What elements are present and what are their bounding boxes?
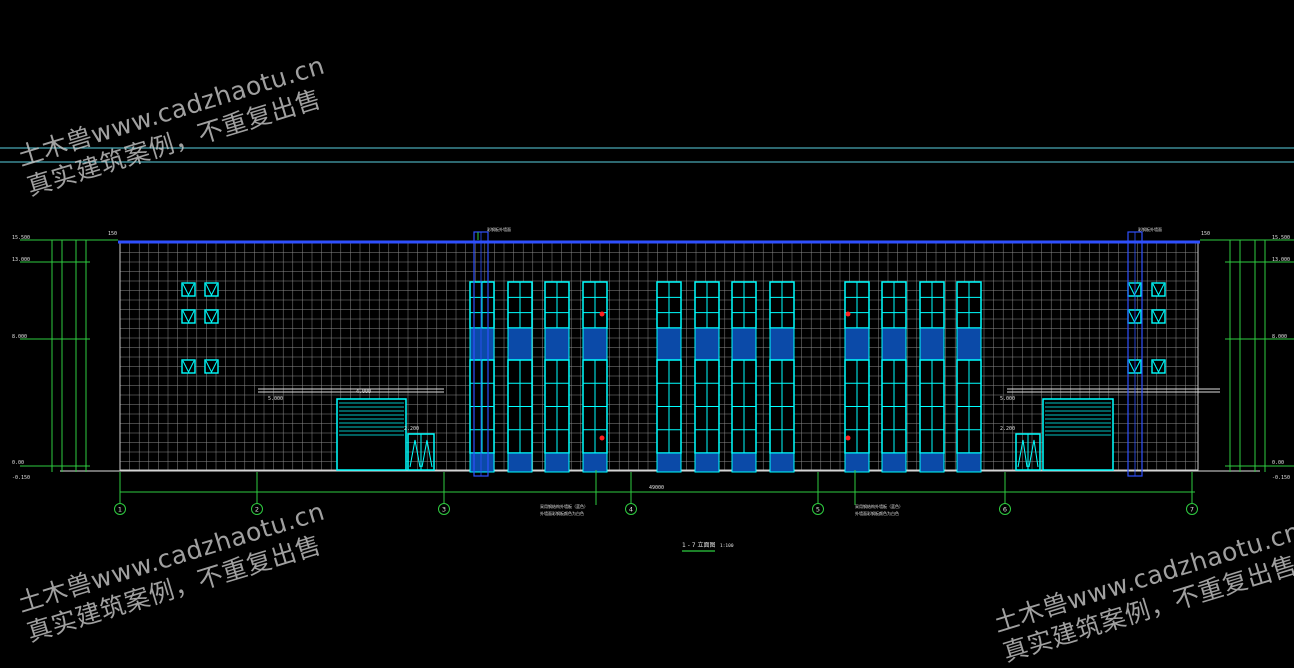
- small-window: [1151, 309, 1166, 324]
- axis-label: 3: [442, 506, 446, 514]
- axis-label: 4: [629, 506, 633, 514]
- drawing-scale: 1:100: [720, 543, 734, 549]
- canopy-level-left: 5.000: [268, 396, 283, 402]
- axis-label: 6: [1003, 506, 1007, 514]
- small-window: [1151, 282, 1166, 297]
- axis-label: 1: [118, 506, 122, 514]
- window-bay: [919, 281, 945, 473]
- note-bottom-right-2: 外墙面彩钢板颜色为白色: [855, 510, 899, 516]
- note-bottom-left-1: 采用钢结构外墙板（蓝色）: [540, 503, 588, 509]
- window-bay: [656, 281, 682, 473]
- window-bay: [956, 281, 982, 473]
- window-bay: [507, 281, 533, 473]
- note-bottom-right-1: 采用钢结构外墙板（蓝色）: [855, 503, 903, 509]
- roller-door-width: 4.000: [356, 389, 371, 395]
- cad-elevation-drawing: 1234567 15.500 13.000 8.000 0.00 -0.150 …: [0, 0, 1294, 622]
- elev-left-2: 13.000: [12, 257, 30, 263]
- elev-left-1: 15.500: [12, 235, 30, 241]
- window-bay: [844, 281, 870, 473]
- right-roller-door: [1042, 398, 1114, 471]
- small-window: [1127, 309, 1142, 324]
- note-top-left: 彩钢板外墙面: [487, 226, 511, 232]
- door-height-left: 2.200: [404, 426, 419, 432]
- left-roller-door: [336, 398, 407, 471]
- elev-right-1: 15.500: [1272, 235, 1290, 241]
- parapet-note-right: 150: [1201, 231, 1210, 237]
- note-top-right: 彩钢板外墙面: [1138, 226, 1162, 232]
- window-bay: [769, 281, 795, 473]
- small-window: [204, 309, 219, 324]
- axis-label: 2: [255, 506, 259, 514]
- axis-label: 7: [1190, 506, 1194, 514]
- elev-right-4: 0.00: [1272, 460, 1284, 466]
- small-window: [204, 282, 219, 297]
- window-bay: [731, 281, 757, 473]
- total-dimension: 49000: [649, 485, 664, 491]
- small-window: [181, 282, 196, 297]
- small-window: [1127, 282, 1142, 297]
- note-bottom-left-2: 外墙面彩钢板颜色为白色: [540, 510, 584, 516]
- elev-right-2: 13.000: [1272, 257, 1290, 263]
- window-bay: [544, 281, 570, 473]
- elev-right-5: -0.150: [1272, 475, 1290, 481]
- elev-left-3: 8.000: [12, 334, 27, 340]
- door-height-right: 2.200: [1000, 426, 1015, 432]
- elev-right-3: 8.000: [1272, 334, 1287, 340]
- small-window: [204, 359, 219, 374]
- window-bay: [694, 281, 720, 473]
- axis-label: 5: [816, 506, 820, 514]
- elev-left-4: 0.00: [12, 460, 24, 466]
- small-window: [1127, 359, 1142, 374]
- small-window: [181, 359, 196, 374]
- window-bay: [582, 281, 608, 473]
- small-window: [181, 309, 196, 324]
- canopy-level-right: 5.000: [1000, 396, 1015, 402]
- parapet-note-left: 150: [108, 231, 117, 237]
- window-bay: [881, 281, 907, 473]
- small-window: [1151, 359, 1166, 374]
- elev-left-5: -0.150: [12, 475, 30, 481]
- drawing-title: 1 - 7 立面图: [682, 541, 716, 549]
